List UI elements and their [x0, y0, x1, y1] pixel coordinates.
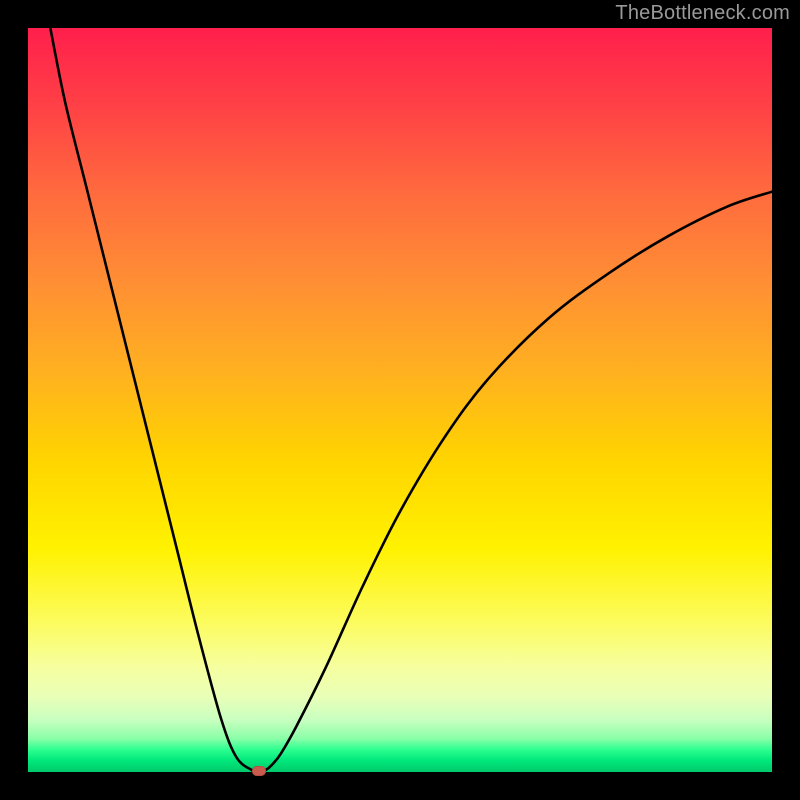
chart-frame: TheBottleneck.com	[0, 0, 800, 800]
bottleneck-curve	[28, 28, 772, 772]
plot-area	[28, 28, 772, 772]
watermark-text: TheBottleneck.com	[615, 2, 790, 25]
optimal-point-marker	[252, 766, 266, 776]
